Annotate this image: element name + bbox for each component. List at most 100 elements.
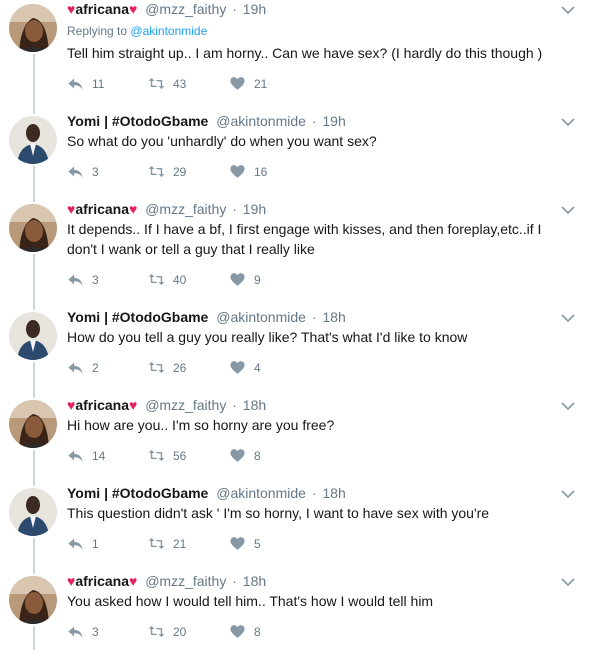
replying-to-handle[interactable]: @akintonmide bbox=[130, 24, 207, 38]
like-button[interactable]: 5 bbox=[229, 535, 310, 552]
avatar[interactable] bbox=[9, 488, 57, 536]
reply-button[interactable]: 11 bbox=[67, 75, 148, 92]
like-button[interactable]: 16 bbox=[229, 163, 310, 180]
avatar[interactable] bbox=[9, 312, 57, 360]
like-count: 8 bbox=[254, 448, 261, 463]
like-count: 5 bbox=[254, 536, 261, 551]
reply-button[interactable]: 14 bbox=[67, 447, 148, 464]
more-options-button[interactable] bbox=[560, 310, 576, 326]
like-button[interactable]: 21 bbox=[229, 75, 310, 92]
retweet-button[interactable]: 26 bbox=[148, 359, 229, 376]
tweet-header: ♥africana♥ @mzz_faithy · 18h bbox=[67, 397, 266, 413]
like-icon bbox=[230, 77, 245, 90]
more-options-button[interactable] bbox=[560, 574, 576, 590]
more-options-button[interactable] bbox=[560, 398, 576, 414]
retweet-button[interactable]: 56 bbox=[148, 447, 229, 464]
reply-icon bbox=[68, 166, 83, 178]
separator-dot: · bbox=[311, 485, 317, 501]
more-options-button[interactable] bbox=[560, 2, 576, 18]
tweet-actions: 11 43 21 bbox=[67, 75, 310, 92]
avatar[interactable] bbox=[9, 4, 57, 52]
reply-button[interactable]: 3 bbox=[67, 163, 148, 180]
like-button[interactable]: 8 bbox=[229, 623, 310, 640]
display-name[interactable]: Yomi | #OtodoGbame bbox=[67, 485, 208, 501]
timestamp[interactable]: 19h bbox=[243, 201, 266, 217]
retweet-icon bbox=[148, 625, 165, 638]
tweet-actions: 14 56 8 bbox=[67, 447, 310, 464]
avatar[interactable] bbox=[9, 576, 57, 624]
reply-count: 14 bbox=[92, 448, 106, 463]
display-name[interactable]: africana bbox=[75, 397, 129, 413]
retweet-icon bbox=[148, 449, 165, 462]
timestamp[interactable]: 18h bbox=[322, 485, 345, 501]
tweet-header: ♥africana♥ @mzz_faithy · 19h bbox=[67, 201, 266, 217]
user-handle[interactable]: @mzz_faithy bbox=[145, 201, 226, 217]
thread-line bbox=[33, 450, 35, 486]
replying-to: Replying to @akintonmide bbox=[67, 24, 207, 38]
display-name[interactable]: africana bbox=[75, 1, 129, 17]
display-name[interactable]: africana bbox=[75, 573, 129, 589]
heart-icon: ♥ bbox=[129, 1, 138, 17]
reply-count: 2 bbox=[92, 360, 99, 375]
user-handle[interactable]: @mzz_faithy bbox=[145, 1, 226, 17]
chevron-down-icon bbox=[561, 6, 575, 15]
retweet-button[interactable]: 20 bbox=[148, 623, 229, 640]
user-handle[interactable]: @akintonmide bbox=[216, 309, 306, 325]
reply-button[interactable]: 3 bbox=[67, 271, 148, 288]
retweet-icon bbox=[148, 273, 165, 286]
user-handle[interactable]: @akintonmide bbox=[216, 485, 306, 501]
display-name[interactable]: Yomi | #OtodoGbame bbox=[67, 113, 208, 129]
like-button[interactable]: 9 bbox=[229, 271, 310, 288]
user-handle[interactable]: @mzz_faithy bbox=[145, 573, 226, 589]
like-button[interactable]: 8 bbox=[229, 447, 310, 464]
thread-line bbox=[33, 538, 35, 574]
like-count: 9 bbox=[254, 272, 261, 287]
more-options-button[interactable] bbox=[560, 202, 576, 218]
heart-icon: ♥ bbox=[129, 397, 138, 413]
separator-dot: · bbox=[232, 1, 237, 17]
avatar[interactable] bbox=[9, 204, 57, 252]
timestamp[interactable]: 19h bbox=[243, 1, 266, 17]
display-name[interactable]: africana bbox=[75, 201, 129, 217]
like-button[interactable]: 4 bbox=[229, 359, 310, 376]
avatar[interactable] bbox=[9, 400, 57, 448]
reply-count: 3 bbox=[92, 164, 99, 179]
retweet-button[interactable]: 21 bbox=[148, 535, 229, 552]
user-handle[interactable]: @mzz_faithy bbox=[145, 397, 226, 413]
tweet-text: You asked how I would tell him.. That's … bbox=[67, 593, 434, 609]
timestamp[interactable]: 18h bbox=[243, 573, 266, 589]
display-name[interactable]: Yomi | #OtodoGbame bbox=[67, 309, 208, 325]
separator-dot: · bbox=[311, 309, 317, 325]
chevron-down-icon bbox=[561, 118, 575, 127]
tweet-header: ♥africana♥ @mzz_faithy · 18h bbox=[67, 573, 266, 589]
chevron-down-icon bbox=[561, 402, 575, 411]
chevron-down-icon bbox=[561, 314, 575, 323]
reply-count: 11 bbox=[92, 76, 105, 91]
retweet-button[interactable]: 29 bbox=[148, 163, 229, 180]
timestamp[interactable]: 18h bbox=[243, 397, 266, 413]
retweet-count: 29 bbox=[173, 164, 187, 179]
tweet-text: How do you tell a guy you really like? T… bbox=[67, 329, 468, 345]
more-options-button[interactable] bbox=[560, 486, 576, 502]
retweet-button[interactable]: 40 bbox=[148, 271, 229, 288]
tweet-text: This question didn't ask ' I'm so horny,… bbox=[67, 505, 490, 521]
more-options-button[interactable] bbox=[560, 114, 576, 130]
user-handle[interactable]: @akintonmide bbox=[216, 113, 306, 129]
retweet-icon bbox=[148, 77, 165, 90]
reply-count: 1 bbox=[92, 536, 99, 551]
timestamp[interactable]: 18h bbox=[322, 309, 345, 325]
separator-dot: · bbox=[232, 573, 237, 589]
separator-dot: · bbox=[311, 113, 317, 129]
reply-button[interactable]: 2 bbox=[67, 359, 148, 376]
retweet-button[interactable]: 43 bbox=[148, 75, 229, 92]
tweet-actions: 3 20 8 bbox=[67, 623, 310, 640]
reply-count: 3 bbox=[92, 272, 99, 287]
reply-button[interactable]: 3 bbox=[67, 623, 148, 640]
avatar[interactable] bbox=[9, 116, 57, 164]
reply-icon bbox=[68, 274, 83, 286]
reply-icon bbox=[68, 626, 83, 638]
retweet-count: 20 bbox=[173, 624, 187, 639]
reply-button[interactable]: 1 bbox=[67, 535, 148, 552]
timestamp[interactable]: 19h bbox=[322, 113, 345, 129]
tweet-actions: 3 29 16 bbox=[67, 163, 310, 180]
